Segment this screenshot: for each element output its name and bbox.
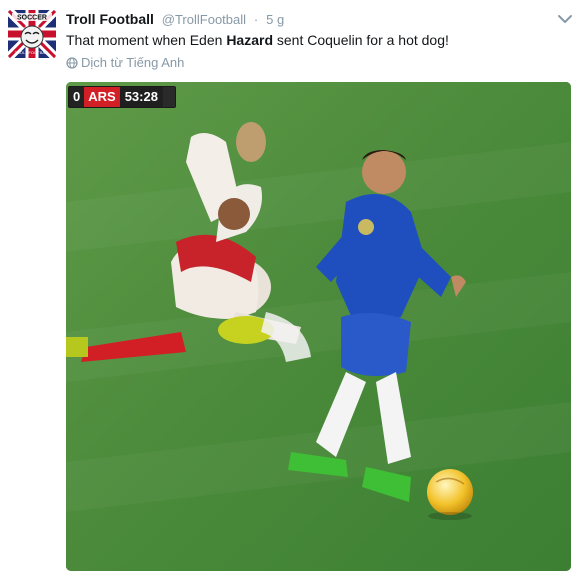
scoreboard-team: ARS <box>84 87 120 107</box>
scoreboard-overlay: 0 ARS 53:28 <box>68 86 176 108</box>
avatar[interactable]: SOCCER TROLL FOOTBALL <box>8 10 56 58</box>
chevron-down-icon[interactable] <box>557 12 573 24</box>
translate-label: Dịch từ Tiếng Anh <box>81 55 185 70</box>
tweet-text-bold: Hazard <box>226 32 273 48</box>
tweet-media-video[interactable]: 0 ARS 53:28 <box>66 82 571 571</box>
scoreboard-clock: 53:28 <box>119 87 163 107</box>
tweet-card: SOCCER TROLL FOOTBALL Troll Football @Tr… <box>0 0 585 577</box>
football-match-image <box>66 82 571 571</box>
author-handle[interactable]: @TrollFootball <box>162 12 246 27</box>
tweet-timestamp[interactable]: 5 g <box>266 12 284 27</box>
globe-icon <box>66 57 78 73</box>
tweet-text-after: sent Coquelin for a hot dog! <box>273 32 449 48</box>
translate-link[interactable]: Dịch từ Tiếng Anh <box>66 55 184 73</box>
avatar-text-bottom: TROLL FOOTBALL <box>15 50 51 55</box>
scoreboard-score: 0 <box>69 87 85 107</box>
author-name[interactable]: Troll Football <box>66 11 154 27</box>
union-jack-avatar-image: SOCCER TROLL FOOTBALL <box>8 10 56 58</box>
avatar-text-top: SOCCER <box>17 15 47 22</box>
header-separator: · <box>253 12 259 27</box>
tweet-header: Troll Football @TrollFootball · 5 g <box>66 10 284 29</box>
tweet-text: That moment when Eden Hazard sent Coquel… <box>66 30 449 50</box>
tweet-text-before: That moment when Eden <box>66 32 227 48</box>
